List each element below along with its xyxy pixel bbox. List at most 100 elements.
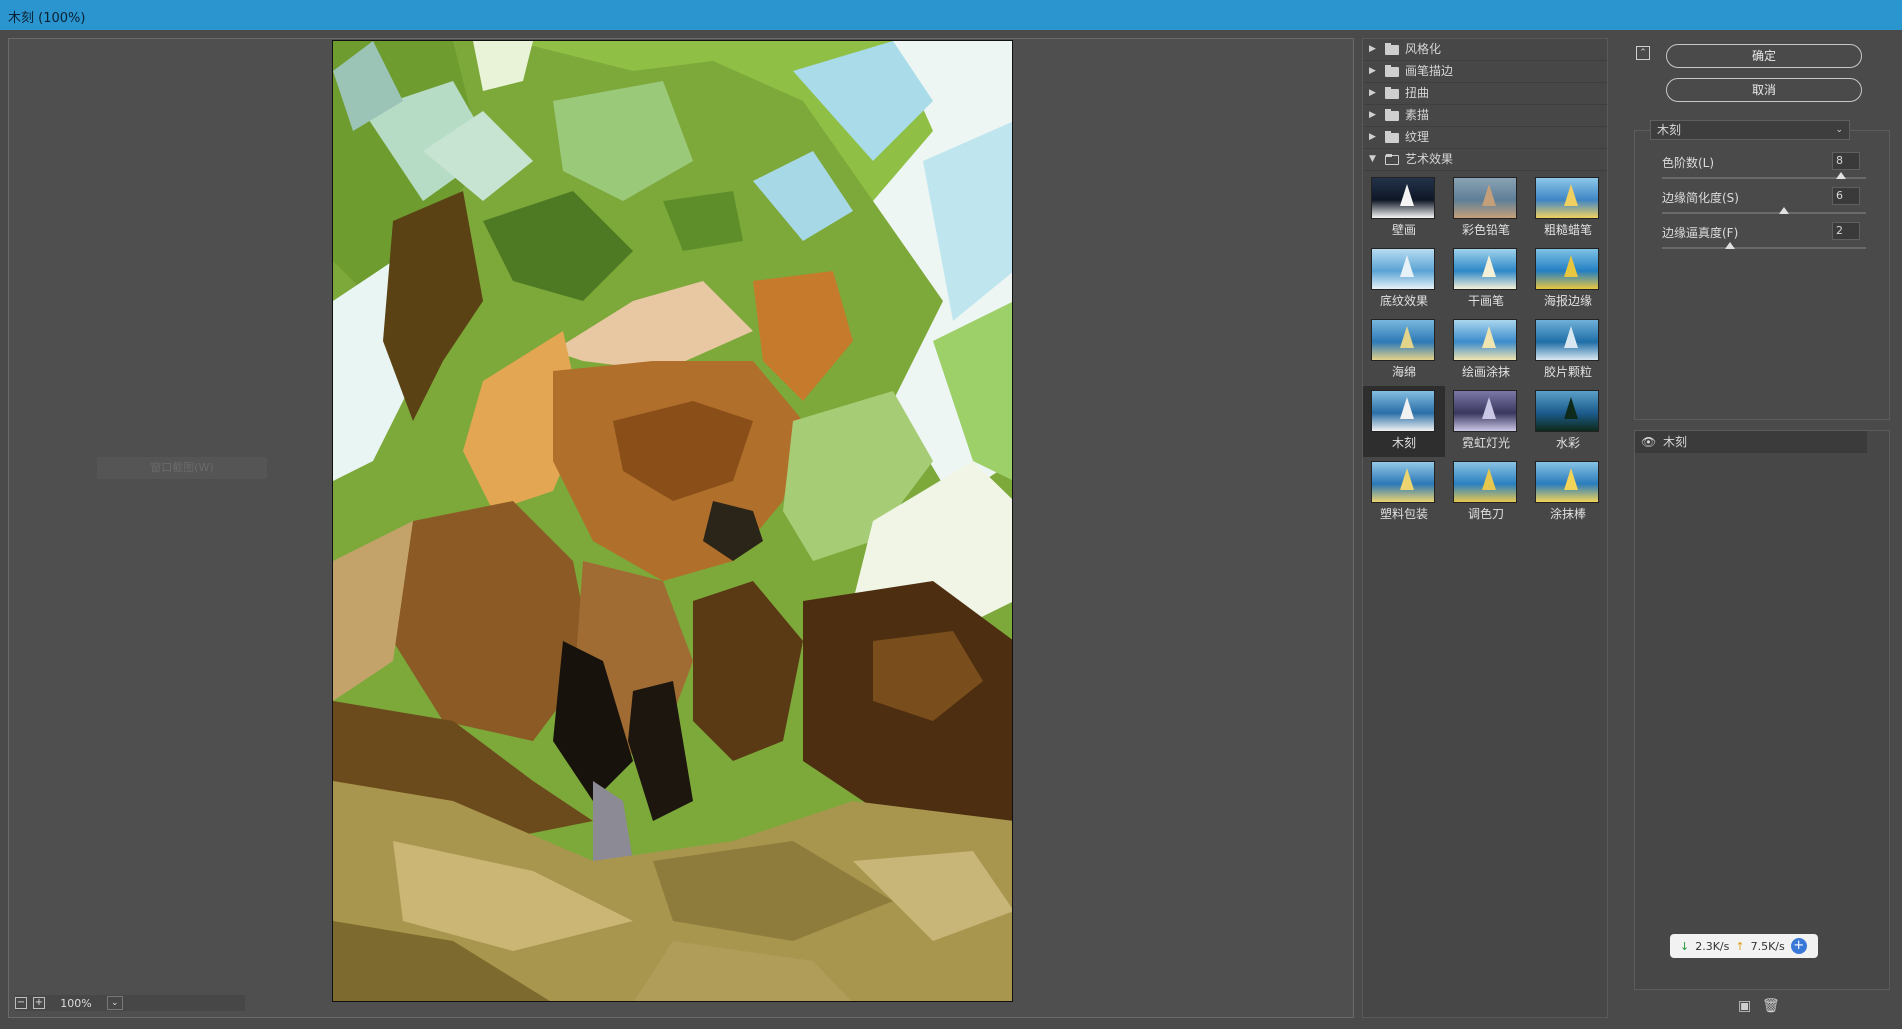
expand-right-icon: ▶ xyxy=(1369,66,1376,76)
effect-preview-image xyxy=(1371,248,1435,290)
folder-icon xyxy=(1385,130,1399,143)
effect-layer-row[interactable]: 👁 木刻 xyxy=(1635,431,1867,453)
sailboat-icon xyxy=(1482,184,1496,206)
sailboat-icon xyxy=(1482,397,1496,419)
effect-thumb-11[interactable]: 水彩 xyxy=(1527,386,1609,457)
effect-label: 涂抹棒 xyxy=(1549,507,1586,521)
effect-thumb-9[interactable]: 木刻 xyxy=(1363,386,1445,457)
cancel-button[interactable]: 取消 xyxy=(1666,78,1862,102)
effect-thumb-14[interactable]: 涂抹棒 xyxy=(1527,457,1609,528)
zoom-in-button[interactable]: + xyxy=(33,997,45,1009)
effect-label: 彩色铅笔 xyxy=(1461,223,1510,237)
filter-folder-3[interactable]: ▶ 素描 xyxy=(1363,105,1607,127)
upload-arrow-icon: ↑ xyxy=(1735,939,1745,953)
effect-preview-image xyxy=(1453,248,1517,290)
param-value-field[interactable]: 2 xyxy=(1832,222,1860,240)
effect-label: 海绵 xyxy=(1391,365,1416,379)
network-plus-icon[interactable]: + xyxy=(1790,938,1807,954)
delete-layer-icon[interactable]: 🗑 xyxy=(1762,998,1780,1014)
effect-thumb-13[interactable]: 调色刀 xyxy=(1445,457,1527,528)
effect-preview-image xyxy=(1535,390,1599,432)
effect-label: 干画笔 xyxy=(1467,294,1504,308)
param-slider-track[interactable] xyxy=(1662,212,1866,214)
ghost-label: 窗口截图(W) xyxy=(97,457,267,479)
param-slider-thumb[interactable] xyxy=(1836,172,1846,179)
effect-thumb-5[interactable]: 海报边缘 xyxy=(1527,244,1609,315)
expand-right-icon: ▶ xyxy=(1369,44,1376,54)
effect-thumb-3[interactable]: 底纹效果 xyxy=(1363,244,1445,315)
preview-panel: 窗口截图(W) − + 100% ⌄ xyxy=(8,38,1354,1018)
folder-icon xyxy=(1385,108,1399,121)
effect-thumb-12[interactable]: 塑料包装 xyxy=(1363,457,1445,528)
effect-preview-image xyxy=(1371,177,1435,219)
filter-folder-5[interactable]: ▼ 艺术效果 xyxy=(1363,149,1607,171)
effect-thumb-2[interactable]: 粗糙蜡笔 xyxy=(1527,173,1609,244)
effect-thumb-8[interactable]: 胶片颗粒 xyxy=(1527,315,1609,386)
effect-label: 胶片颗粒 xyxy=(1543,365,1592,379)
param-slider-track[interactable] xyxy=(1662,247,1866,249)
effect-label: 调色刀 xyxy=(1467,507,1504,521)
filter-folder-list: ▶ 风格化 ▶ 画笔描边 ▶ 扭曲 ▶ 素描 ▶ 纹理 ▼ 艺术效果 xyxy=(1363,39,1607,171)
param-value-field[interactable]: 8 xyxy=(1832,152,1860,170)
effect-label: 底纹效果 xyxy=(1379,294,1428,308)
effect-thumb-10[interactable]: 霓虹灯光 xyxy=(1445,386,1527,457)
title-bar: 木刻 (100%) xyxy=(0,0,1902,30)
param-value-field[interactable]: 6 xyxy=(1832,187,1860,205)
sailboat-icon xyxy=(1400,184,1414,206)
collapse-gallery-icon[interactable]: ⌃ xyxy=(1636,46,1650,60)
folder-label: 艺术效果 xyxy=(1405,152,1454,166)
filter-folder-4[interactable]: ▶ 纹理 xyxy=(1363,127,1607,149)
upload-speed: 7.5K/s xyxy=(1750,939,1785,953)
effect-label: 水彩 xyxy=(1555,436,1580,450)
ok-button[interactable]: 确定 xyxy=(1666,44,1862,68)
zoom-dropdown[interactable]: ⌄ xyxy=(107,996,123,1010)
effect-label: 塑料包装 xyxy=(1379,507,1428,521)
sailboat-icon xyxy=(1564,468,1578,490)
effect-label: 壁画 xyxy=(1391,223,1416,237)
folder-label: 扭曲 xyxy=(1405,86,1430,100)
effect-thumb-0[interactable]: 壁画 xyxy=(1363,173,1445,244)
filter-folder-0[interactable]: ▶ 风格化 xyxy=(1363,39,1607,61)
effect-thumb-7[interactable]: 绘画涂抹 xyxy=(1445,315,1527,386)
filter-gallery-panel: ▶ 风格化 ▶ 画笔描边 ▶ 扭曲 ▶ 素描 ▶ 纹理 ▼ 艺术效果 壁画 彩色铅笔 粗糙蜡笔 底纹效果 干画… xyxy=(1362,38,1608,1018)
effect-thumb-1[interactable]: 彩色铅笔 xyxy=(1445,173,1527,244)
folder-icon xyxy=(1385,86,1399,99)
effect-preview-image xyxy=(1371,461,1435,503)
sailboat-icon xyxy=(1400,326,1414,348)
expand-right-icon: ▶ xyxy=(1369,88,1376,98)
zoom-out-button[interactable]: − xyxy=(15,997,27,1009)
expand-right-icon: ▶ xyxy=(1369,110,1376,120)
effect-thumb-4[interactable]: 干画笔 xyxy=(1445,244,1527,315)
effect-preview-image xyxy=(1453,461,1517,503)
filter-folder-2[interactable]: ▶ 扭曲 xyxy=(1363,83,1607,105)
param-slider-thumb[interactable] xyxy=(1779,207,1789,214)
filter-folder-1[interactable]: ▶ 画笔描边 xyxy=(1363,61,1607,83)
eye-icon[interactable]: 👁 xyxy=(1641,431,1656,453)
filter-params-box xyxy=(1634,130,1890,420)
effect-preview-image xyxy=(1371,319,1435,361)
sailboat-icon xyxy=(1564,255,1578,277)
network-speed-badge: ↓ 2.3K/s ↑ 7.5K/s + xyxy=(1670,934,1818,958)
preview-canvas[interactable] xyxy=(332,40,1013,1002)
folder-label: 素描 xyxy=(1405,108,1430,122)
effect-label: 海报边缘 xyxy=(1543,294,1592,308)
folder-label: 风格化 xyxy=(1405,42,1442,56)
filter-select[interactable]: 木刻 ⌄ xyxy=(1650,120,1850,140)
effect-thumb-6[interactable]: 海绵 xyxy=(1363,315,1445,386)
sailboat-icon xyxy=(1400,468,1414,490)
effect-layer-label: 木刻 xyxy=(1663,435,1688,449)
new-effect-layer-icon[interactable]: ▣ xyxy=(1738,998,1751,1014)
effect-preview-image xyxy=(1535,319,1599,361)
filter-select-value: 木刻 xyxy=(1657,123,1682,137)
param-label: 边缘简化度(S) xyxy=(1662,191,1739,205)
effect-label: 粗糙蜡笔 xyxy=(1543,223,1592,237)
effect-preview-image xyxy=(1453,390,1517,432)
effect-label: 木刻 xyxy=(1391,436,1416,450)
effect-thumbnail-grid: 壁画 彩色铅笔 粗糙蜡笔底纹效果 干画笔 海报边缘海绵 绘画涂抹 胶片颗粒木刻 霓虹灯光 水彩塑… xyxy=(1363,171,1607,528)
effect-label: 绘画涂抹 xyxy=(1461,365,1510,379)
sailboat-icon xyxy=(1400,255,1414,277)
sailboat-icon xyxy=(1482,468,1496,490)
sailboat-icon xyxy=(1564,184,1578,206)
param-slider-thumb[interactable] xyxy=(1725,242,1735,249)
sailboat-icon xyxy=(1482,255,1496,277)
